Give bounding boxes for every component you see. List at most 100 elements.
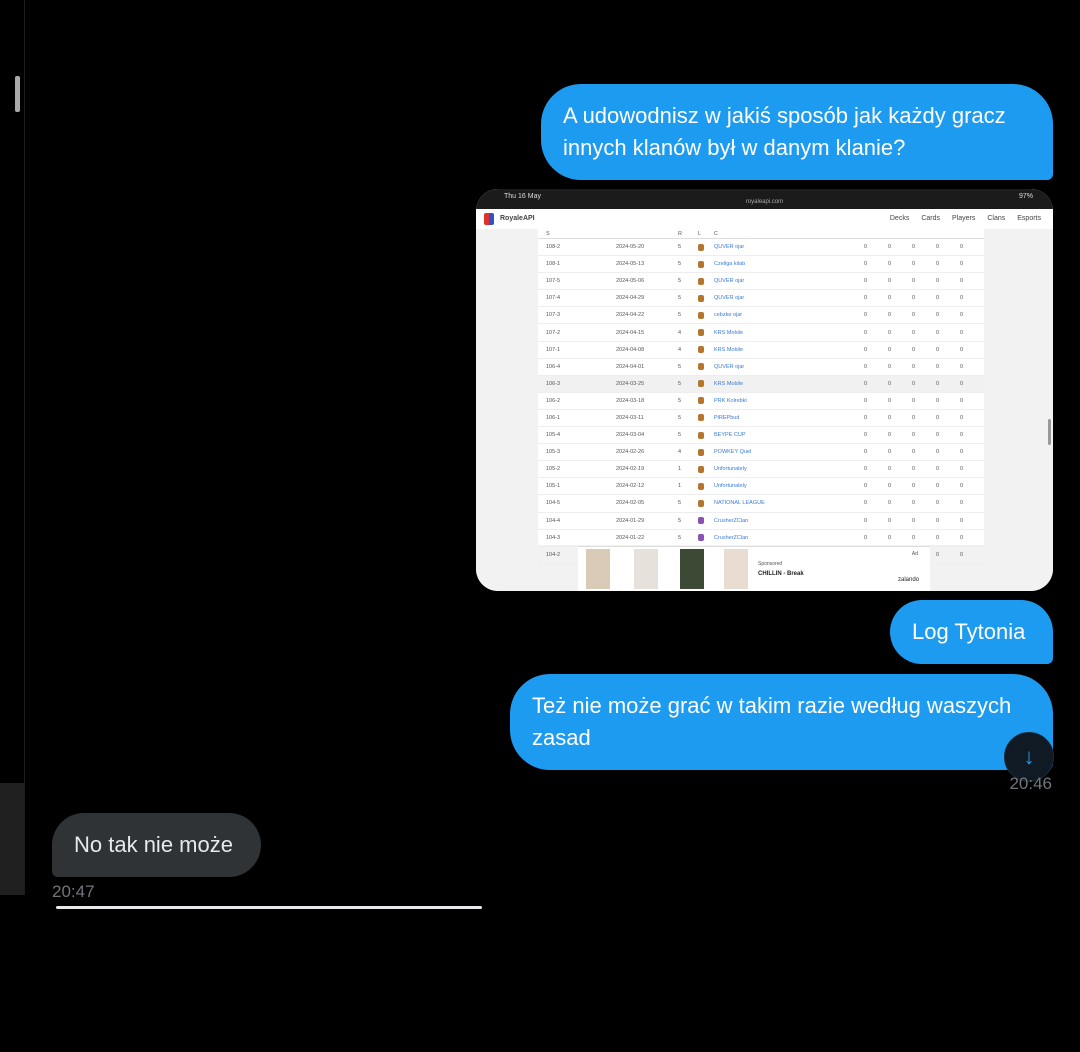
image-table-cell: 0 bbox=[912, 449, 916, 456]
image-table-cell: 2024-02-19 bbox=[616, 466, 645, 473]
image-table-cell: 0 bbox=[936, 244, 940, 251]
image-table-cell: 106-2 bbox=[546, 397, 561, 404]
clan-badge-icon bbox=[698, 346, 704, 354]
image-table-cell: 2024-02-05 bbox=[616, 500, 645, 507]
image-table-cell: 105-4 bbox=[546, 432, 561, 439]
image-table-cell: 5 bbox=[678, 414, 682, 421]
image-table-row: 106-1 2024-03-11 5 PiREPbud 0 0 0 0 0 bbox=[538, 410, 984, 428]
image-table-cell: 0 bbox=[936, 346, 940, 353]
image-table-cell: 0 bbox=[888, 329, 892, 336]
image-table-cell: 0 bbox=[888, 295, 892, 302]
image-table-cell: 0 bbox=[864, 261, 868, 268]
image-table-cell: 0 bbox=[888, 483, 892, 490]
image-table-cell: 0 bbox=[936, 380, 940, 387]
clan-badge-icon bbox=[698, 363, 704, 371]
message-bubble-sent[interactable]: Log Tytonia bbox=[890, 600, 1053, 664]
image-table-cell: 5 bbox=[678, 432, 682, 439]
image-table-cell: 0 bbox=[912, 483, 916, 490]
image-table-cell: 107-1 bbox=[546, 346, 561, 353]
attached-image[interactable]: Thu 16 May royaleapi.com 97% RoyaleAPI D… bbox=[476, 189, 1053, 591]
image-table-cell: 0 bbox=[960, 295, 964, 302]
clan-badge-icon bbox=[698, 243, 704, 251]
ad-product-image bbox=[724, 549, 748, 589]
message-bubble-sent[interactable]: Też nie może grać w takim razie według w… bbox=[510, 674, 1053, 770]
ad-tag: Ad bbox=[911, 551, 918, 557]
image-table-cell: 2024-01-29 bbox=[616, 517, 645, 524]
image-table-cell: 5 bbox=[678, 517, 682, 524]
image-table-cell: 0 bbox=[912, 414, 916, 421]
image-table-cell: 0 bbox=[960, 380, 964, 387]
image-table-cell: 0 bbox=[864, 414, 868, 421]
image-table-cell: 5 bbox=[678, 397, 682, 404]
image-table-cell: 1 bbox=[678, 483, 682, 490]
royaleapi-logo-icon bbox=[484, 213, 494, 225]
image-table-cell: 0 bbox=[864, 363, 868, 370]
image-table-cell: 0 bbox=[960, 517, 964, 524]
image-nav-link: Cards bbox=[921, 215, 941, 222]
clan-badge-icon bbox=[698, 397, 704, 405]
image-table-row: 107-3 2024-04-22 5 cebzke ojar 0 0 0 0 0 bbox=[538, 307, 984, 325]
image-table-cell: 0 bbox=[888, 244, 892, 251]
image-table-cell: 0 bbox=[888, 278, 892, 285]
image-table-cell: 2024-02-12 bbox=[616, 483, 645, 490]
image-table-header-cell: S bbox=[546, 230, 550, 237]
image-table-cell: 0 bbox=[960, 346, 964, 353]
image-table-cell: 5 bbox=[678, 380, 682, 387]
image-table-cell: CrusherZClan bbox=[714, 517, 749, 524]
left-panel-border bbox=[0, 0, 25, 895]
image-table-cell: 0 bbox=[912, 329, 916, 336]
image-table-cell: 2024-04-22 bbox=[616, 312, 645, 319]
image-table-cell: 0 bbox=[888, 363, 892, 370]
image-table-cell: 0 bbox=[864, 466, 868, 473]
image-table-cell: KRS Mobile bbox=[714, 380, 744, 387]
image-table-cell: 2024-03-11 bbox=[616, 414, 644, 421]
image-table-cell: Unfortunately bbox=[714, 483, 747, 490]
image-table-cell: 0 bbox=[888, 346, 892, 353]
image-status-bar: Thu 16 May royaleapi.com 97% bbox=[476, 189, 1053, 209]
image-table-cell: 0 bbox=[936, 517, 940, 524]
image-table-cell: 106-1 bbox=[546, 414, 561, 421]
image-table-cell: 0 bbox=[936, 295, 940, 302]
image-nav-link: Decks bbox=[889, 215, 910, 222]
image-table-row: 105-2 2024-02-19 1 Unfortunately 0 0 0 0 0 bbox=[538, 461, 984, 479]
message-text: A udowodnisz w jakiś sposób jak każdy gr… bbox=[563, 103, 1006, 160]
image-table-cell: 105-2 bbox=[546, 466, 561, 473]
image-table-cell: 0 bbox=[912, 261, 916, 268]
image-table-cell: 0 bbox=[864, 380, 868, 387]
image-nav-link: Players bbox=[952, 215, 976, 222]
image-table-cell: 0 bbox=[960, 329, 964, 336]
image-table-cell: 0 bbox=[912, 380, 916, 387]
image-table-cell: 0 bbox=[864, 449, 868, 456]
image-table-cell: 0 bbox=[912, 534, 916, 541]
ad-product-image bbox=[586, 549, 610, 589]
image-table-row: 107-4 2024-04-29 5 QUVER ojar 0 0 0 0 0 bbox=[538, 290, 984, 308]
image-table-cell: 0 bbox=[936, 432, 940, 439]
image-table-row: 107-2 2024-04-15 4 KRS Mobile 0 0 0 0 0 bbox=[538, 324, 984, 342]
image-table-cell: 4 bbox=[678, 329, 682, 336]
image-table-cell: BEYPE CUP bbox=[714, 432, 746, 439]
image-table-cell: 0 bbox=[936, 534, 940, 541]
image-table-cell: 0 bbox=[960, 397, 964, 404]
image-table-cell: 4 bbox=[678, 449, 682, 456]
image-table-cell: 0 bbox=[960, 551, 964, 558]
image-table-cell: 0 bbox=[864, 312, 868, 319]
message-text: Log Tytonia bbox=[912, 619, 1026, 644]
image-table-cell: 4 bbox=[678, 346, 682, 353]
image-table-cell: 0 bbox=[960, 244, 964, 251]
left-scrollbar-thumb[interactable] bbox=[15, 76, 20, 112]
image-table-cell: PRK Kolrebki bbox=[714, 397, 747, 404]
clan-badge-icon bbox=[698, 414, 704, 422]
image-table-cell: 0 bbox=[888, 397, 892, 404]
image-table-header-cell: C bbox=[714, 230, 718, 237]
message-timestamp: 20:46 bbox=[1009, 774, 1052, 793]
image-table-cell: 0 bbox=[888, 312, 892, 319]
message-bubble-sent[interactable]: A udowodnisz w jakiś sposób jak każdy gr… bbox=[541, 84, 1053, 180]
message-bubble-received[interactable]: No tak nie może bbox=[52, 813, 261, 877]
image-table-cell: 5 bbox=[678, 244, 682, 251]
image-table-cell: 0 bbox=[888, 261, 892, 268]
image-table-cell: KRS Mobile bbox=[714, 346, 744, 353]
image-table-cell: 0 bbox=[864, 329, 868, 336]
clan-badge-icon bbox=[698, 311, 704, 319]
image-table-cell: 0 bbox=[936, 278, 940, 285]
image-table-header-cell: L bbox=[698, 230, 702, 237]
